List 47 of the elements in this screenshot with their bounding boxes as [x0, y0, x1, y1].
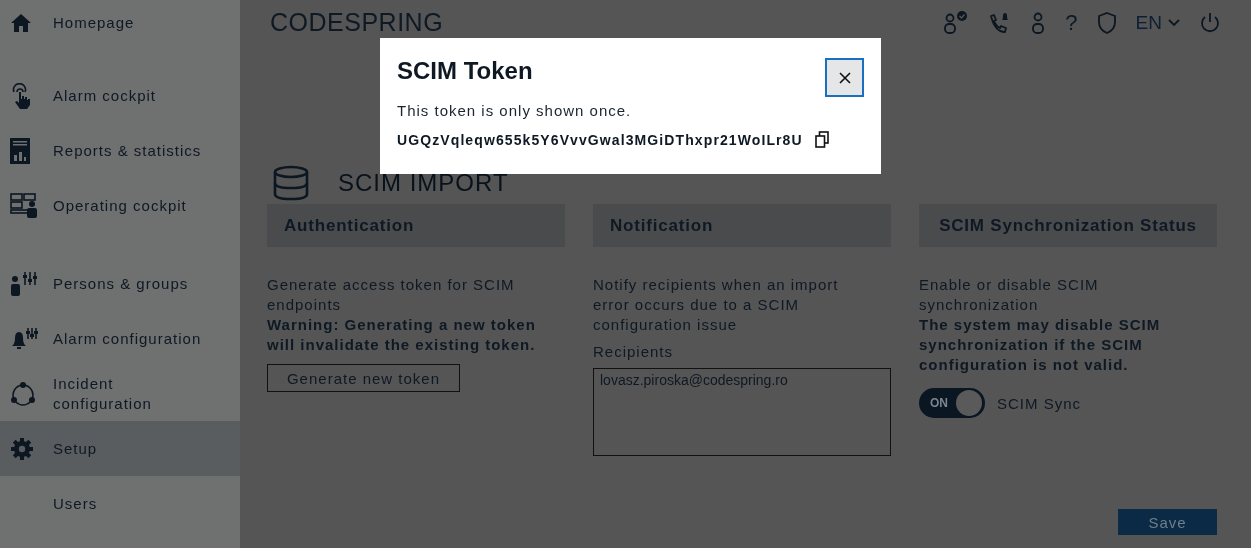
- bell-sliders-icon: [10, 326, 38, 351]
- sidebar-item[interactable]: Users: [0, 476, 240, 531]
- person-check-icon[interactable]: [942, 10, 969, 35]
- shield-icon[interactable]: [1096, 10, 1117, 35]
- token-text: UGQzVqleqw655k5Y6VvvGwal3MGiDThxpr21WoILr8U: [397, 131, 803, 148]
- warning-text: Warning: Generating a new token will invalidate the existing token.: [267, 315, 537, 355]
- close-icon: [838, 71, 851, 84]
- sidebar-item[interactable]: Alarm cockpit: [0, 68, 240, 123]
- sidebar-item[interactable]: Incident configuration: [0, 366, 240, 421]
- app-logo: CODESPRING: [270, 8, 444, 37]
- generate-token-button[interactable]: Generate new token: [267, 364, 460, 392]
- dashboard-person-icon: [10, 192, 38, 219]
- copy-icon[interactable]: [814, 131, 829, 148]
- person-sliders-icon: [10, 270, 38, 297]
- recipients-field[interactable]: lovasz.piroska@codespring.ro: [593, 368, 891, 456]
- close-button[interactable]: [825, 58, 864, 97]
- person-icon[interactable]: [1030, 10, 1047, 35]
- dialog-message: This token is only shown once.: [397, 102, 633, 119]
- section-header: Authentication: [267, 204, 565, 247]
- sidebar-item[interactable]: Persons & groups: [0, 256, 240, 311]
- sync-toggle[interactable]: ON: [919, 388, 985, 418]
- section-description: Enable or disable SCIM synchronization: [919, 275, 1100, 315]
- sidebar-item[interactable]: Reports & statistics: [0, 123, 240, 178]
- sidebar-item[interactable]: Homepage: [0, 0, 240, 45]
- database-icon: [272, 165, 310, 201]
- page-title: SCIM IMPORT: [338, 169, 509, 197]
- recipients-label: Recipients: [593, 343, 675, 360]
- section-description: Generate access token for SCIM endpoints: [267, 275, 516, 315]
- touch-hand-icon: [10, 82, 32, 109]
- home-icon: [10, 12, 32, 33]
- dialog-title: SCIM Token: [397, 57, 533, 85]
- chevron-down-icon: [1168, 18, 1180, 27]
- report-chart-icon: [10, 137, 30, 164]
- settings-icon: [10, 436, 34, 461]
- toggle-label: SCIM Sync: [997, 394, 1081, 412]
- sidebar-item[interactable]: Setup: [0, 421, 240, 476]
- warning-text: The system may disable SCIM synchronization if the SCIM configuration is not valid.: [919, 315, 1162, 375]
- sidebar-item[interactable]: Alarm configuration: [0, 311, 240, 366]
- save-button[interactable]: Save: [1118, 509, 1217, 535]
- section-header: Notification: [593, 204, 891, 247]
- help-icon[interactable]: ?: [1065, 9, 1078, 36]
- section-header: SCIM Synchronization Status: [919, 204, 1217, 247]
- sidebar-item[interactable]: Operating cockpit: [0, 178, 240, 233]
- section-description: Notify recipients when an import error occurs due to a SCIM configuration issue: [593, 275, 840, 335]
- power-icon[interactable]: [1199, 10, 1221, 35]
- cycle-nodes-icon: [10, 380, 36, 407]
- language-dropdown[interactable]: EN: [1135, 11, 1180, 34]
